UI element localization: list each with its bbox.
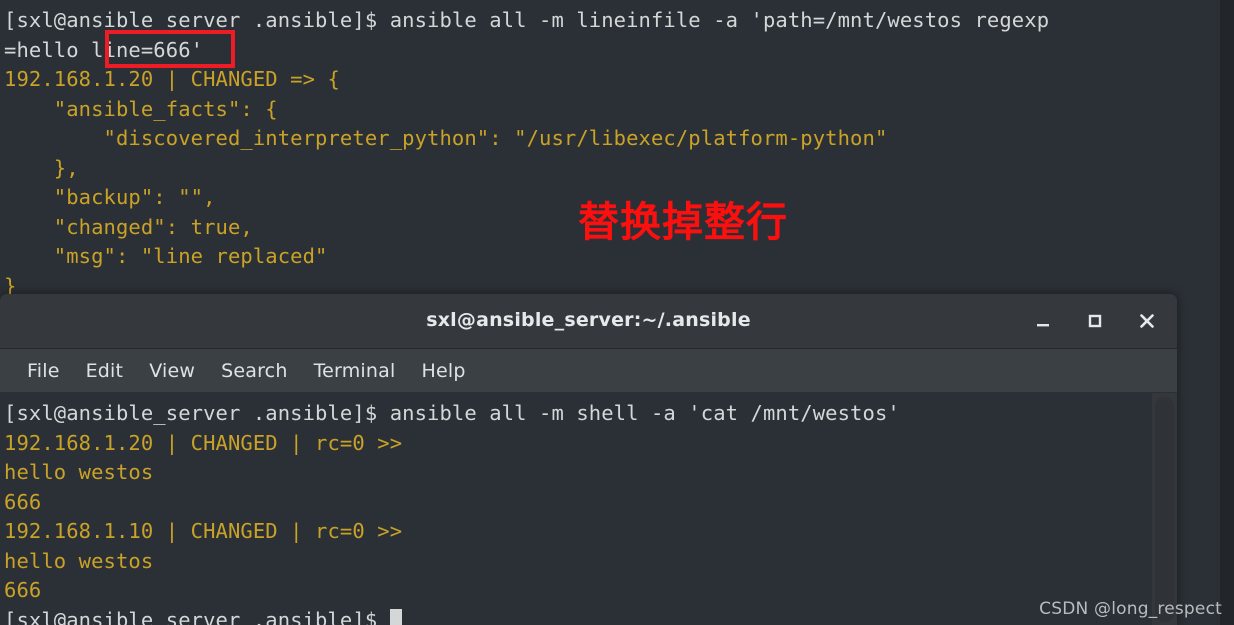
menu-item-edit[interactable]: Edit xyxy=(73,356,137,386)
terminal-text: hello westos xyxy=(4,548,154,573)
terminal-text: =hello line=666' xyxy=(4,37,204,62)
maximize-icon[interactable] xyxy=(1083,309,1107,333)
terminal-text: "discovered_interpreter_python": "/usr/l… xyxy=(4,126,888,150)
terminal-text: hello westos xyxy=(4,460,154,484)
terminal-line: [sxl@ansible_server .ansible]$ xyxy=(4,606,1177,625)
menu-item-help[interactable]: Help xyxy=(408,356,478,386)
window-title: sxl@ansible_server:~/.ansible xyxy=(426,309,751,331)
terminal-line: hello westos xyxy=(4,547,1177,577)
window-controls xyxy=(1031,294,1159,348)
terminal-text: [sxl@ansible_server .ansible]$ ansible a… xyxy=(4,8,1050,32)
minimize-icon[interactable] xyxy=(1031,309,1055,333)
terminal-text: [sxl@ansible_server .ansible]$ xyxy=(4,607,390,625)
menu-item-view[interactable]: View xyxy=(136,356,208,386)
terminal-text: }, xyxy=(4,155,79,180)
menu-item-file[interactable]: File xyxy=(14,356,73,386)
terminal-text: 666 xyxy=(4,489,42,514)
terminal-line: "msg": "line replaced" xyxy=(4,242,1220,272)
desktop-right-edge xyxy=(1220,0,1234,625)
terminal-text: [sxl@ansible_server .ansible]$ ansible a… xyxy=(4,401,900,425)
terminal-text: 192.168.1.20 | CHANGED => { xyxy=(4,67,340,91)
terminal-output: [sxl@ansible_server .ansible]$ ansible a… xyxy=(4,399,1177,625)
terminal-text: 192.168.1.20 | CHANGED | rc=0 >> xyxy=(4,430,403,455)
watermark: CSDN @long_respect xyxy=(1039,599,1222,619)
menu-item-search[interactable]: Search xyxy=(208,356,300,386)
terminal-scrollbar-thumb[interactable] xyxy=(1155,397,1174,622)
close-icon[interactable] xyxy=(1135,309,1159,333)
terminal-text: 192.168.1.10 | CHANGED | rc=0 >> xyxy=(4,519,403,543)
terminal-line: "ansible_facts": { xyxy=(4,95,1220,125)
terminal-cursor xyxy=(389,608,402,625)
background-terminal-output: [sxl@ansible_server .ansible]$ ansible a… xyxy=(0,0,1220,301)
terminal-text: "backup": "", xyxy=(4,185,216,209)
terminal-output-area[interactable]: [sxl@ansible_server .ansible]$ ansible a… xyxy=(0,393,1177,625)
annotation-replace-whole-line: 替换掉整行 xyxy=(578,198,788,246)
terminal-text: "ansible_facts": { xyxy=(4,96,278,121)
terminal-line: 666 xyxy=(4,576,1177,606)
terminal-text: "changed": true, xyxy=(4,214,253,239)
terminal-line: 666 xyxy=(4,488,1177,518)
menu-bar: File Edit View Search Terminal Help xyxy=(0,349,1177,393)
terminal-line: =hello line=666' xyxy=(4,36,1220,66)
terminal-line: hello westos xyxy=(4,458,1177,488)
window-titlebar[interactable]: sxl@ansible_server:~/.ansible xyxy=(0,294,1177,349)
terminal-line: 192.168.1.20 | CHANGED | rc=0 >> xyxy=(4,429,1177,459)
terminal-text: "msg": "line replaced" xyxy=(4,244,328,268)
menu-item-terminal[interactable]: Terminal xyxy=(301,356,409,386)
terminal-line: [sxl@ansible_server .ansible]$ ansible a… xyxy=(4,6,1220,36)
terminal-line: 192.168.1.10 | CHANGED | rc=0 >> xyxy=(4,517,1177,547)
terminal-line: 192.168.1.20 | CHANGED => { xyxy=(4,65,1220,95)
terminal-scrollbar[interactable] xyxy=(1152,393,1177,625)
terminal-line: }, xyxy=(4,154,1220,184)
terminal-line: "discovered_interpreter_python": "/usr/l… xyxy=(4,124,1220,154)
terminal-text: 666 xyxy=(4,578,42,602)
terminal-window[interactable]: sxl@ansible_server:~/.ansible File Edit … xyxy=(0,294,1177,625)
terminal-line: [sxl@ansible_server .ansible]$ ansible a… xyxy=(4,399,1177,429)
